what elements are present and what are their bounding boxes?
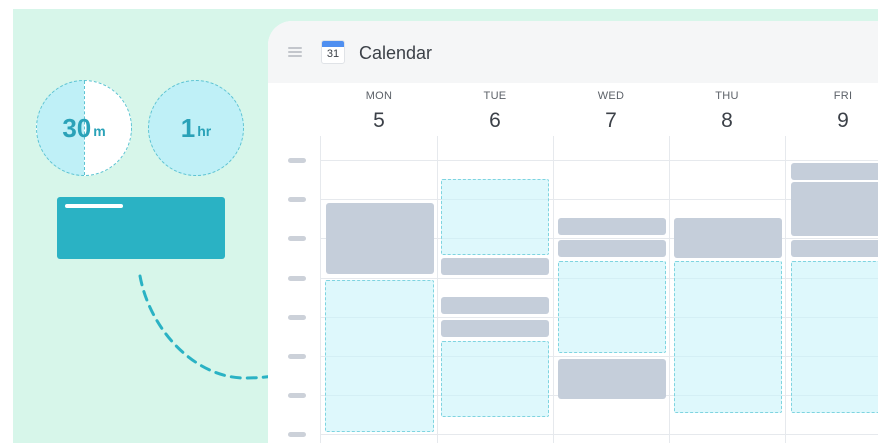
day-date: 9 — [837, 109, 849, 132]
grid-column-line — [553, 136, 554, 443]
busy-event[interactable] — [558, 240, 666, 257]
busy-event[interactable] — [441, 320, 549, 337]
time-gutter-tick — [288, 236, 306, 241]
busy-event[interactable] — [791, 182, 878, 236]
calendar-header: 31 Calendar — [268, 21, 878, 83]
available-slot[interactable] — [441, 341, 549, 417]
day-name: THU — [715, 90, 739, 102]
available-slot[interactable] — [791, 261, 878, 413]
available-slot[interactable] — [441, 179, 549, 255]
grid-line — [320, 160, 878, 161]
busy-event[interactable] — [558, 218, 666, 235]
day-header-tue[interactable]: TUE 6 — [437, 90, 553, 133]
time-gutter-tick — [288, 432, 306, 437]
calendar-icon-day: 31 — [326, 48, 340, 60]
day-header-wed[interactable]: WED 7 — [553, 90, 669, 133]
day-name: MON — [365, 90, 393, 102]
day-header-fri[interactable]: FRI 9 — [785, 90, 878, 133]
menu-icon[interactable] — [288, 47, 302, 57]
calendar-panel: 31 Calendar MON 5 TUE 6 WED 7 THU 8 FRI … — [268, 21, 878, 443]
grid-column-line — [785, 136, 786, 443]
available-slot[interactable] — [674, 261, 782, 413]
busy-event[interactable] — [558, 359, 666, 399]
time-gutter-tick — [288, 393, 306, 398]
busy-event[interactable] — [441, 258, 549, 275]
day-header-mon[interactable]: MON 5 — [321, 90, 437, 133]
day-date: 6 — [489, 109, 501, 132]
available-slot[interactable] — [558, 261, 666, 353]
day-name: FRI — [833, 90, 853, 102]
busy-event[interactable] — [791, 240, 878, 257]
calendar-icon: 31 — [321, 40, 345, 64]
time-gutter-tick — [288, 158, 306, 163]
grid-column-line — [320, 136, 321, 443]
busy-event[interactable] — [441, 297, 549, 314]
busy-event[interactable] — [674, 218, 782, 258]
day-date: 8 — [721, 109, 733, 132]
app-title: Calendar — [359, 43, 433, 63]
day-name: TUE — [483, 90, 507, 102]
time-gutter-tick — [288, 276, 306, 281]
grid-line — [320, 434, 878, 435]
time-gutter-tick — [288, 315, 306, 320]
available-slot[interactable] — [325, 280, 434, 432]
busy-event[interactable] — [326, 203, 434, 274]
day-header-thu[interactable]: THU 8 — [669, 90, 785, 133]
time-gutter-tick — [288, 354, 306, 359]
day-date: 5 — [373, 109, 385, 132]
grid-column-line — [669, 136, 670, 443]
time-gutter-tick — [288, 197, 306, 202]
day-date: 7 — [605, 109, 617, 132]
grid-column-line — [437, 136, 438, 443]
day-name: WED — [597, 90, 625, 102]
busy-event[interactable] — [791, 163, 878, 180]
